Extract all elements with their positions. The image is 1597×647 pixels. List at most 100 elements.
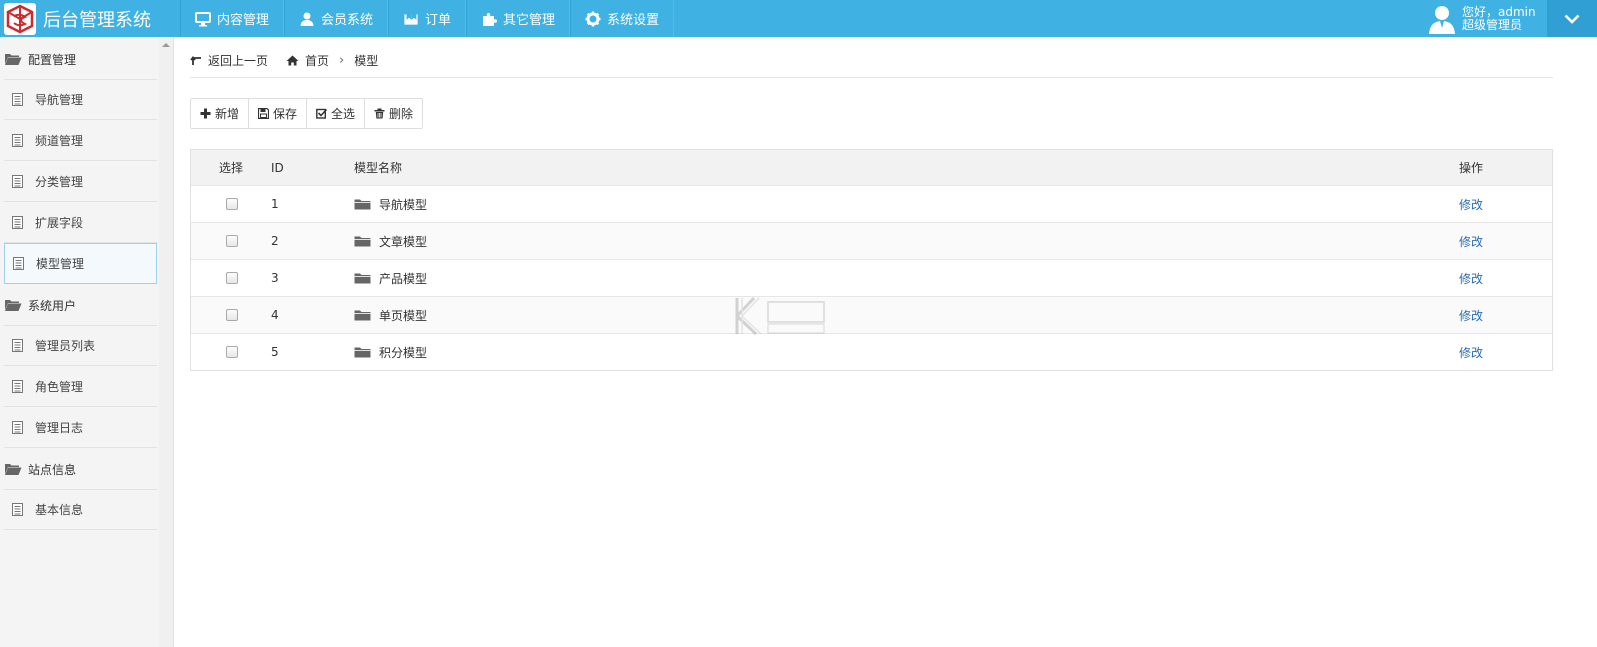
delete-label: 删除: [389, 107, 414, 121]
user-menu-toggle[interactable]: [1547, 0, 1597, 37]
row-checkbox[interactable]: [226, 309, 238, 321]
list-doc-icon: [12, 420, 23, 434]
home-label: 首页: [305, 54, 330, 68]
sidebar-item-channel[interactable]: 频道管理: [4, 120, 157, 161]
sidebar-group-label: 配置管理: [28, 52, 77, 67]
sidebar-item-label: 角色管理: [35, 379, 84, 394]
list-doc-icon: [13, 257, 24, 270]
breadcrumb-home[interactable]: 首页: [286, 52, 329, 69]
brand[interactable]: 后台管理系统: [0, 0, 174, 37]
row-name: 文章模型: [379, 234, 428, 249]
delete-button[interactable]: 删除: [365, 99, 422, 128]
user-info[interactable]: 您好，admin 超级管理员: [1428, 0, 1536, 37]
folder-icon: [354, 310, 371, 321]
nav-other[interactable]: 其它管理: [466, 0, 571, 37]
back-arrow-icon: [190, 56, 201, 65]
save-icon: [258, 108, 270, 119]
back-label: 返回上一页: [208, 54, 269, 68]
row-name-cell: 文章模型: [354, 223, 427, 259]
back-link[interactable]: 返回上一页: [190, 52, 268, 69]
save-label: 保存: [273, 107, 298, 121]
sidebar-item-label: 分类管理: [35, 174, 84, 189]
sidebar-group-label: 站点信息: [28, 462, 77, 477]
avatar-icon: [1429, 5, 1455, 34]
user-role: 超级管理员: [1462, 17, 1523, 32]
table-row: 4 单页模型 修改: [191, 296, 1552, 333]
nav-label: 会员系统: [321, 13, 374, 28]
row-id: 2: [271, 234, 279, 248]
nav-orders[interactable]: 订单: [388, 0, 467, 37]
sidebar-item-logs[interactable]: 管理日志: [4, 407, 157, 448]
row-id: 3: [271, 271, 279, 285]
logo-icon: [4, 2, 36, 35]
sidebar-scrollbar[interactable]: [159, 37, 173, 647]
sidebar-item-category[interactable]: 分类管理: [4, 161, 157, 202]
row-id: 1: [271, 197, 279, 211]
sidebar-item-label: 管理员列表: [35, 339, 96, 353]
breadcrumb-current: 模型: [354, 54, 379, 68]
folder-open-icon: [5, 300, 22, 311]
header-name: 模型名称: [354, 161, 403, 175]
row-checkbox[interactable]: [226, 346, 238, 358]
edit-link[interactable]: 修改: [1459, 344, 1483, 361]
sidebar-item-nav[interactable]: 导航管理: [4, 79, 157, 120]
scroll-up-arrow[interactable]: [162, 43, 170, 47]
row-action-cell: 修改: [1459, 223, 1483, 259]
nav-settings[interactable]: 系统设置: [570, 0, 675, 37]
sidebar-group-config[interactable]: 配置管理: [0, 39, 158, 79]
sidebar-item-admins[interactable]: 管理员列表: [4, 325, 157, 366]
row-checkbox[interactable]: [226, 235, 238, 247]
checkbox-checked-icon: [316, 108, 328, 119]
list-doc-icon: [12, 503, 23, 516]
list-doc-icon: [12, 93, 23, 106]
nav-content[interactable]: 内容管理: [180, 0, 285, 37]
list-doc-icon: [12, 379, 23, 393]
edit-link[interactable]: 修改: [1459, 307, 1483, 324]
table-row: 3 产品模型 修改: [191, 259, 1552, 296]
list-doc-icon: [12, 339, 23, 352]
edit-link[interactable]: 修改: [1459, 233, 1483, 250]
row-action-cell: 修改: [1459, 297, 1483, 333]
folder-icon: [354, 199, 371, 210]
nav-members[interactable]: 会员系统: [284, 0, 389, 37]
table-row: 1 导航模型 修改: [191, 185, 1552, 222]
row-checkbox[interactable]: [226, 198, 238, 210]
header-id: ID: [271, 160, 284, 175]
row-select-cell: [219, 223, 238, 259]
header-select: 选择: [219, 161, 244, 175]
table-row: 2 文章模型 修改: [191, 222, 1552, 259]
nav-label: 系统设置: [607, 13, 660, 28]
sidebar-item-label: 扩展字段: [35, 215, 84, 230]
sidebar-item-models[interactable]: 模型管理: [4, 243, 157, 284]
sidebar-item-label: 管理日志: [35, 420, 84, 435]
add-button[interactable]: 新增: [191, 99, 250, 128]
home-icon: [286, 55, 299, 66]
header-action: 操作: [1459, 161, 1484, 175]
gear-icon: [585, 11, 601, 26]
row-name-cell: 积分模型: [354, 334, 427, 370]
folder-open-icon: [5, 464, 22, 475]
list-doc-icon: [12, 215, 23, 229]
save-button[interactable]: 保存: [249, 99, 308, 128]
row-id: 4: [271, 308, 279, 322]
sidebar-group-users[interactable]: 系统用户: [0, 285, 158, 325]
row-name: 单页模型: [379, 308, 428, 323]
sidebar-item-fields[interactable]: 扩展字段: [4, 202, 157, 243]
row-name-cell: 产品模型: [354, 260, 427, 296]
folder-icon: [354, 347, 371, 358]
user-greeting: 您好，admin: [1462, 4, 1536, 19]
row-select-cell: [219, 334, 238, 370]
sidebar-item-roles[interactable]: 角色管理: [4, 366, 157, 407]
edit-link[interactable]: 修改: [1459, 196, 1483, 213]
sidebar-item-basic-info[interactable]: 基本信息: [4, 489, 157, 530]
sidebar-group-site[interactable]: 站点信息: [0, 449, 158, 489]
row-name: 导航模型: [379, 197, 428, 212]
row-checkbox[interactable]: [226, 272, 238, 284]
monitor-icon: [195, 11, 211, 26]
folder-icon: [354, 236, 371, 247]
sidebar-item-label: 模型管理: [36, 257, 85, 271]
edit-link[interactable]: 修改: [1459, 270, 1483, 287]
row-action-cell: 修改: [1459, 334, 1483, 370]
select-all-button[interactable]: 全选: [307, 99, 366, 128]
nav-label: 内容管理: [217, 13, 270, 28]
